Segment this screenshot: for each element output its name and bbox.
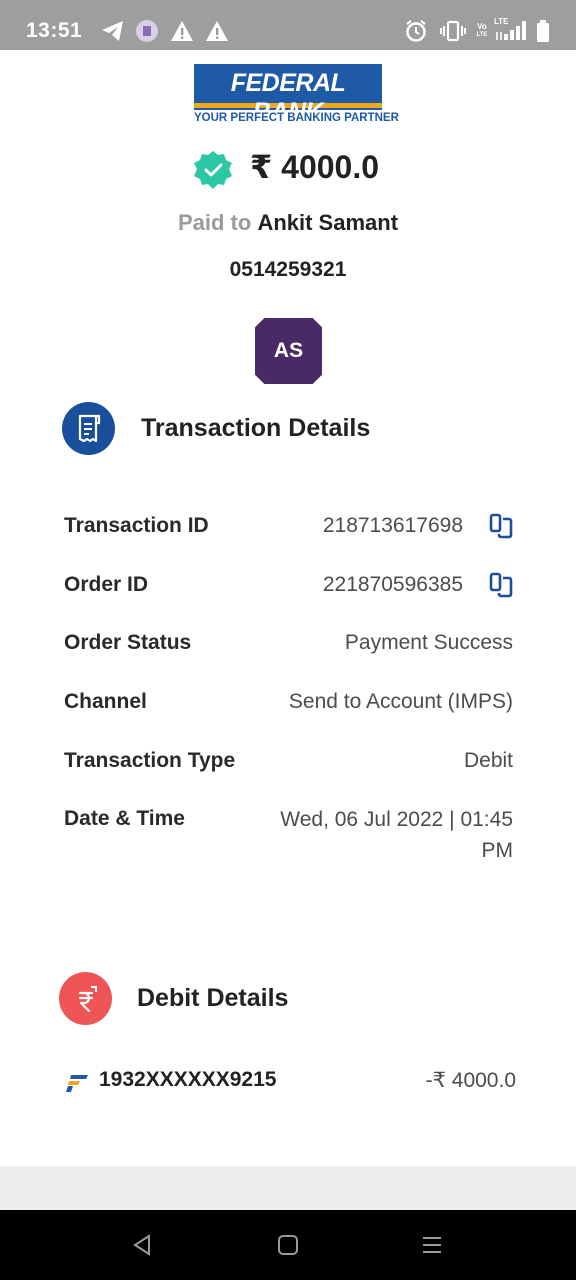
- date-time-value: Wed, 06 Jul 2022 | 01:45 PM: [280, 808, 513, 862]
- detail-row-date-time: Date & Time Wed, 06 Jul 2022 | 01:45 PM: [0, 807, 576, 871]
- detail-row-transaction-id: Transaction ID 218713617698: [0, 511, 576, 544]
- battery-icon: [535, 18, 551, 44]
- debit-amount: -₹ 4000.0: [425, 1069, 516, 1092]
- debit-account-number: 1932XXXXXX9215: [99, 1068, 277, 1091]
- logo-tagline: YOUR PERFECT BANKING PARTNER: [194, 112, 399, 124]
- warning-icon: [170, 18, 194, 44]
- app-notification-icon: [135, 18, 159, 44]
- payee-account-number: 0514259321: [229, 258, 347, 281]
- status-bar: 13:51 Vo LTE LTE: [0, 0, 576, 50]
- transaction-type-value: Debit: [463, 749, 513, 772]
- debit-details-title: Debit Details: [137, 984, 289, 1012]
- paid-to-line: Paid to Ankit Samant: [0, 210, 576, 236]
- receipt-icon: [62, 402, 115, 455]
- volte-icon: Vo LTE: [476, 22, 488, 38]
- vibrate-icon: [440, 18, 466, 44]
- detail-row-order-id: Order ID 221870596385: [0, 570, 576, 603]
- home-icon[interactable]: [273, 1232, 303, 1258]
- federal-bank-logo: FEDERAL BANK YOUR PERFECT BANKING PARTNE…: [194, 64, 399, 126]
- debit-details-header: Debit Details: [0, 972, 576, 1028]
- transaction-details-title: Transaction Details: [141, 414, 371, 442]
- rupee-transfer-icon: [59, 972, 112, 1025]
- alarm-icon: [404, 18, 428, 44]
- signal-icon: LTE: [494, 17, 530, 44]
- bottom-panel: [0, 1166, 576, 1210]
- avatar: AS: [255, 318, 322, 384]
- debit-account-row: 1932XXXXXX9215 -₹ 4000.0: [0, 1068, 576, 1100]
- copy-icon[interactable]: [487, 511, 515, 541]
- status-time: 13:51: [26, 19, 83, 42]
- paid-amount: ₹ 4000.0: [250, 149, 380, 185]
- paid-to-label: Paid to: [177, 210, 252, 235]
- amount-row: ₹ 4000.0: [0, 146, 576, 192]
- detail-row-channel: Channel Send to Account (IMPS): [64, 690, 513, 713]
- order-id-value: 221870596385: [322, 573, 463, 596]
- check-badge-icon: [193, 150, 233, 190]
- channel-value: Send to Account (IMPS): [288, 690, 513, 713]
- transaction-details-header: Transaction Details: [0, 402, 576, 458]
- federal-bank-mark-icon: [66, 1075, 88, 1092]
- order-status-value: Payment Success: [344, 631, 513, 654]
- warning-icon: [205, 18, 229, 44]
- recents-icon[interactable]: [417, 1232, 447, 1258]
- payee-name: Ankit Samant: [257, 210, 399, 235]
- detail-row-transaction-type: Transaction Type Debit: [64, 749, 513, 772]
- transaction-id-value: 218713617698: [322, 514, 463, 537]
- back-icon[interactable]: [127, 1232, 157, 1258]
- detail-row-order-status: Order Status Payment Success: [64, 631, 513, 654]
- telegram-icon: [100, 18, 126, 44]
- navigation-bar: [0, 1210, 576, 1280]
- transaction-receipt-screen: FEDERAL BANK YOUR PERFECT BANKING PARTNE…: [0, 50, 576, 1166]
- copy-icon[interactable]: [487, 570, 515, 600]
